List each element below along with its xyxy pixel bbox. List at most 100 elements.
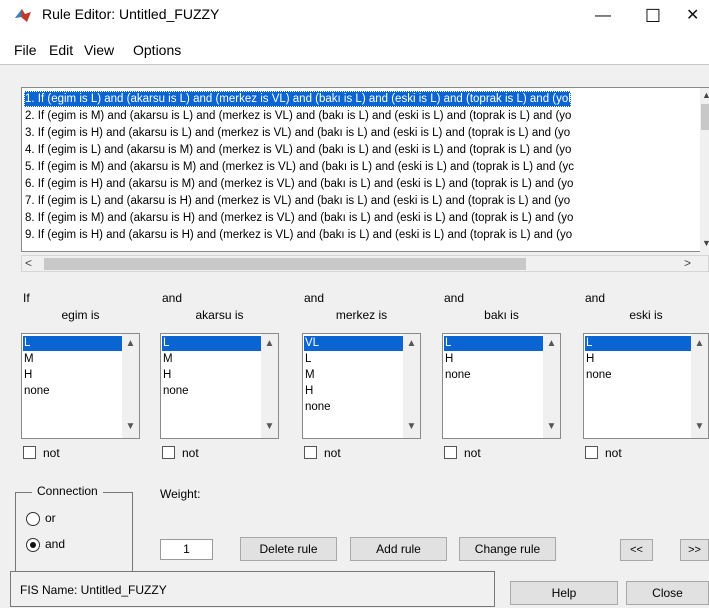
column-connector: If bbox=[23, 291, 30, 305]
rule-row[interactable]: 9. If (egim is H) and (akarsu is H) and … bbox=[24, 227, 572, 243]
scroll-up-icon[interactable]: ▲ bbox=[702, 90, 709, 100]
delete-rule-button[interactable]: Delete rule bbox=[240, 537, 337, 561]
membership-listbox[interactable]: VL L M Hnone ▲ ▼ bbox=[302, 333, 421, 439]
connection-title: Connection bbox=[32, 484, 103, 498]
chevron-down-icon[interactable]: ▼ bbox=[261, 421, 278, 432]
radio-selected-dot bbox=[30, 542, 36, 548]
membership-option[interactable]: VL bbox=[304, 336, 404, 351]
close-button[interactable]: Close bbox=[626, 581, 709, 605]
membership-option[interactable]: M bbox=[162, 352, 262, 367]
not-checkbox-label: not bbox=[324, 446, 341, 460]
not-checkbox[interactable] bbox=[585, 446, 598, 459]
rule-row[interactable]: 2. If (egim is M) and (akarsu is L) and … bbox=[24, 108, 571, 124]
menu-options[interactable]: Options bbox=[133, 42, 181, 58]
chevron-up-icon[interactable]: ▲ bbox=[403, 338, 420, 349]
membership-option[interactable]: H bbox=[585, 352, 692, 367]
membership-option[interactable]: L bbox=[585, 336, 692, 351]
chevron-up-icon[interactable]: ▲ bbox=[543, 338, 560, 349]
column-variable-label: merkez is bbox=[335, 308, 388, 322]
not-checkbox-label: not bbox=[43, 446, 60, 460]
membership-listbox[interactable]: L Hnone ▲ ▼ bbox=[442, 333, 561, 439]
not-checkbox[interactable] bbox=[304, 446, 317, 459]
membership-option[interactable]: H bbox=[162, 368, 262, 383]
radio-or[interactable] bbox=[26, 512, 40, 526]
membership-option[interactable]: M bbox=[304, 368, 404, 383]
prev-button[interactable]: << bbox=[620, 539, 653, 561]
listbox-scrollbar[interactable]: ▲ ▼ bbox=[122, 334, 139, 438]
fis-name-status: FIS Name: Untitled_FUZZY bbox=[20, 583, 167, 597]
radio-or-label: or bbox=[45, 511, 56, 525]
chevron-up-icon[interactable]: ▲ bbox=[122, 338, 139, 349]
membership-option[interactable]: L bbox=[162, 336, 262, 351]
next-button[interactable]: >> bbox=[680, 539, 709, 561]
scroll-down-icon[interactable]: ▼ bbox=[702, 238, 709, 248]
not-checkbox-label: not bbox=[605, 446, 622, 460]
membership-option[interactable]: none bbox=[23, 384, 123, 399]
menu-edit[interactable]: Edit bbox=[49, 42, 73, 58]
rule-row[interactable]: 4. If (egim is L) and (akarsu is M) and … bbox=[24, 142, 571, 158]
not-checkbox[interactable] bbox=[23, 446, 36, 459]
radio-and[interactable] bbox=[26, 538, 40, 552]
membership-option[interactable]: L bbox=[444, 336, 544, 351]
weight-input[interactable]: 1 bbox=[160, 539, 213, 560]
membership-option[interactable]: H bbox=[304, 384, 404, 399]
membership-listbox[interactable]: L M Hnone ▲ ▼ bbox=[160, 333, 279, 439]
column-variable-label: eski is bbox=[629, 308, 663, 322]
not-checkbox[interactable] bbox=[444, 446, 457, 459]
membership-listbox[interactable]: L Hnone ▲ ▼ bbox=[583, 333, 709, 439]
chevron-down-icon[interactable]: ▼ bbox=[691, 421, 708, 432]
membership-option[interactable]: none bbox=[444, 368, 544, 383]
column-connector: and bbox=[444, 291, 465, 305]
scroll-left-icon[interactable]: < bbox=[25, 256, 32, 270]
membership-option[interactable]: M bbox=[23, 352, 123, 367]
chevron-down-icon[interactable]: ▼ bbox=[543, 421, 560, 432]
menu-view[interactable]: View bbox=[84, 42, 114, 58]
not-checkbox-label: not bbox=[464, 446, 481, 460]
listbox-scrollbar[interactable]: ▲ ▼ bbox=[261, 334, 278, 438]
rule-row[interactable]: 7. If (egim is L) and (akarsu is H) and … bbox=[24, 193, 570, 209]
not-checkbox-label: not bbox=[182, 446, 199, 460]
maximize-button[interactable]: ☐ bbox=[630, 0, 676, 32]
membership-option[interactable]: L bbox=[23, 336, 123, 351]
rule-row[interactable]: 5. If (egim is M) and (akarsu is M) and … bbox=[24, 159, 574, 175]
column-variable-label: bakı is bbox=[484, 308, 519, 322]
rule-row[interactable]: 6. If (egim is H) and (akarsu is M) and … bbox=[24, 176, 573, 192]
membership-option[interactable]: H bbox=[23, 368, 123, 383]
radio-and-label: and bbox=[45, 537, 66, 551]
connection-group bbox=[15, 492, 133, 572]
close-window-button[interactable]: ✕ bbox=[686, 0, 709, 32]
membership-option[interactable]: H bbox=[444, 352, 544, 367]
membership-listbox[interactable]: L M Hnone ▲ ▼ bbox=[21, 333, 140, 439]
column-connector: and bbox=[585, 291, 606, 305]
rule-row[interactable]: 1. If (egim is L) and (akarsu is L) and … bbox=[24, 91, 571, 107]
chevron-up-icon[interactable]: ▲ bbox=[261, 338, 278, 349]
weight-label: Weight: bbox=[160, 487, 201, 501]
change-rule-button[interactable]: Change rule bbox=[459, 537, 556, 561]
add-rule-button[interactable]: Add rule bbox=[350, 537, 447, 561]
chevron-up-icon[interactable]: ▲ bbox=[691, 338, 708, 349]
chevron-down-icon[interactable]: ▼ bbox=[122, 421, 139, 432]
help-button[interactable]: Help bbox=[510, 581, 618, 605]
menu-file[interactable]: File bbox=[14, 42, 37, 58]
matlab-icon bbox=[15, 9, 31, 22]
window-title: Rule Editor: Untitled_FUZZY bbox=[42, 6, 220, 22]
listbox-scrollbar[interactable]: ▲ ▼ bbox=[691, 334, 708, 438]
membership-option[interactable]: none bbox=[304, 400, 404, 415]
chevron-down-icon[interactable]: ▼ bbox=[403, 421, 420, 432]
membership-option[interactable]: none bbox=[162, 384, 262, 399]
rule-row[interactable]: 3. If (egim is H) and (akarsu is L) and … bbox=[24, 125, 570, 141]
rule-row[interactable]: 8. If (egim is M) and (akarsu is H) and … bbox=[24, 210, 573, 226]
column-variable-label: egim is bbox=[61, 308, 100, 322]
minimize-button[interactable]: — bbox=[580, 0, 626, 32]
rule-list-vscroll-thumb[interactable] bbox=[701, 104, 709, 130]
listbox-scrollbar[interactable]: ▲ ▼ bbox=[403, 334, 420, 438]
column-variable-label: akarsu is bbox=[195, 308, 244, 322]
membership-option[interactable]: L bbox=[304, 352, 404, 367]
listbox-scrollbar[interactable]: ▲ ▼ bbox=[543, 334, 560, 438]
column-connector: and bbox=[162, 291, 183, 305]
not-checkbox[interactable] bbox=[162, 446, 175, 459]
membership-option[interactable]: none bbox=[585, 368, 692, 383]
rule-list-hscroll-thumb[interactable] bbox=[44, 258, 526, 270]
scroll-right-icon[interactable]: > bbox=[684, 256, 691, 270]
rule-list[interactable]: 1. If (egim is L) and (akarsu is L) and … bbox=[21, 87, 709, 252]
